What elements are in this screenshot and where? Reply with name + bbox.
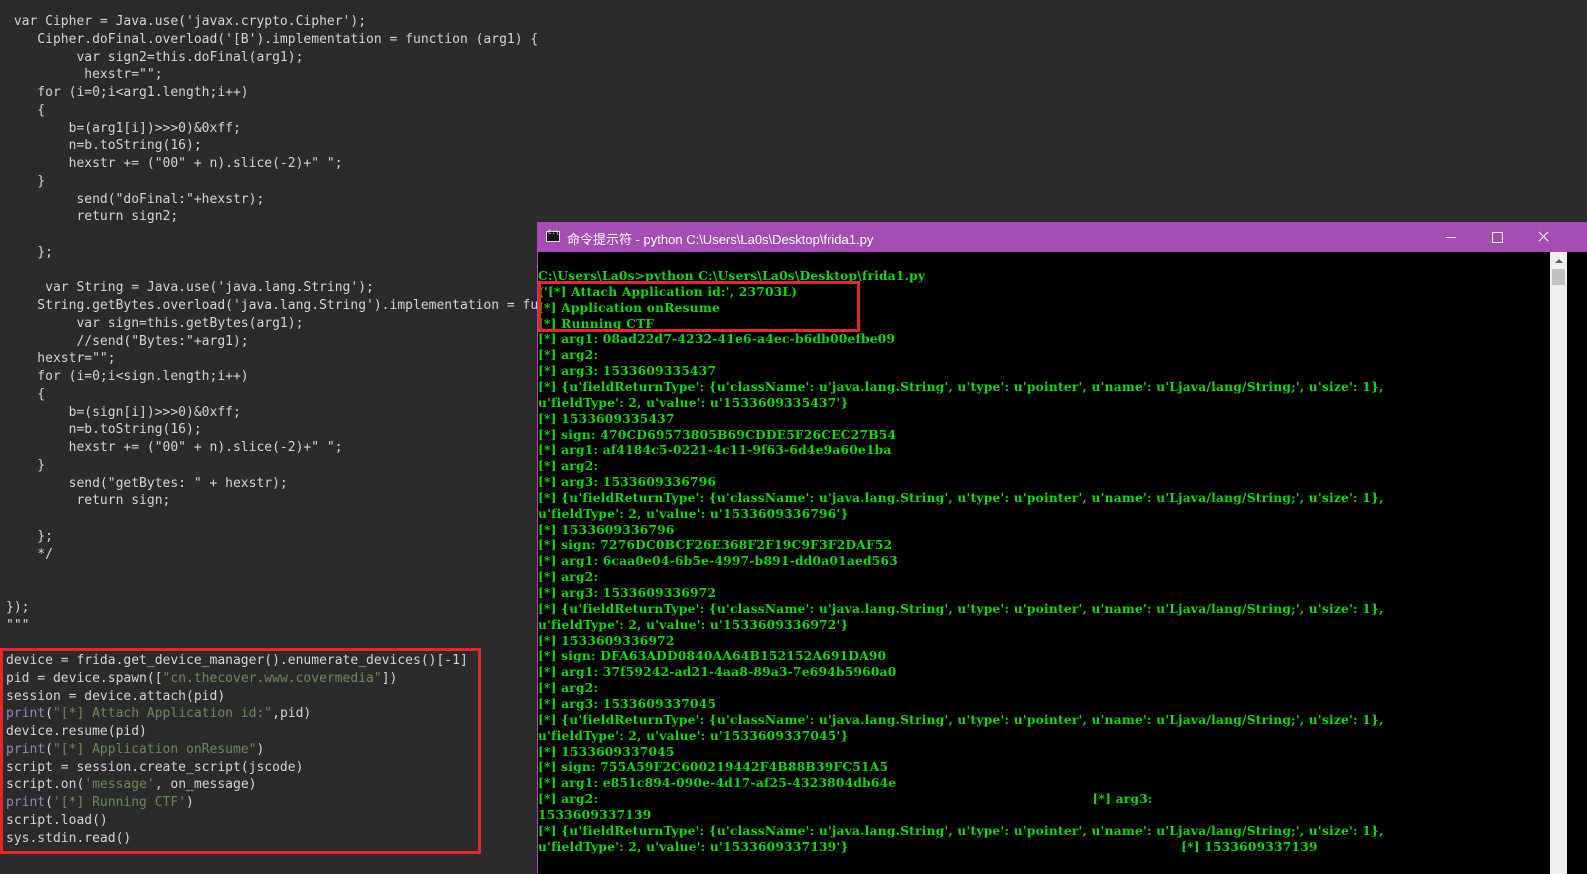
console-line: [*] {u'fieldReturnType': {u'className': … bbox=[538, 380, 1384, 394]
code-line: script.on('message', on_message) bbox=[6, 777, 257, 792]
code-line: for (i=0;i<arg1.length;i++) bbox=[6, 85, 249, 100]
scroll-up-arrow-icon[interactable] bbox=[1550, 252, 1567, 269]
maximize-button[interactable] bbox=[1474, 222, 1520, 252]
console-title: 命令提示符 - python C:\Users\La0s\Desktop\fri… bbox=[567, 232, 874, 247]
console-line: [*] arg3: 1533609335437 bbox=[538, 364, 717, 378]
code-line: return sign; bbox=[6, 493, 171, 508]
console-output[interactable]: C:\Users\La0s>python C:\Users\La0s\Deskt… bbox=[538, 252, 1550, 874]
string-literal: '[*] Running CTF' bbox=[52, 795, 187, 810]
code-line: var sign2=this.doFinal(arg1); bbox=[6, 50, 304, 65]
code-line: hexstr += ("00" + n).slice(-2)+" "; bbox=[6, 440, 343, 455]
console-line: [*] {u'fieldReturnType': {u'className': … bbox=[538, 713, 1384, 727]
console-line: u'fieldType': 2, u'value': u'15336093371… bbox=[538, 840, 1318, 854]
console-line: C:\Users\La0s>python C:\Users\La0s\Deskt… bbox=[538, 269, 926, 283]
console-line: [*] Application onResume bbox=[538, 301, 720, 315]
builtin-keyword: print bbox=[6, 742, 46, 757]
code-line: print("[*] Attach Application id:",pid) bbox=[6, 706, 312, 721]
console-line: [*] {u'fieldReturnType': {u'className': … bbox=[538, 824, 1384, 838]
code-line: } bbox=[6, 174, 46, 189]
code-line: Cipher.doFinal.overload('[B').implementa… bbox=[6, 32, 539, 47]
console-line: [*] arg2: [*] arg3: bbox=[538, 792, 1153, 806]
code-line: b=(sign[i])>>>0)&0xff; bbox=[6, 405, 241, 420]
console-line: [*] {u'fieldReturnType': {u'className': … bbox=[538, 602, 1384, 616]
string-literal: "cn.thecover.www.covermedia" bbox=[162, 671, 382, 686]
string-literal: 'message' bbox=[84, 777, 155, 792]
console-line: u'fieldType': 2, u'value': u'15336093369… bbox=[538, 618, 849, 632]
code-line: """ bbox=[6, 618, 30, 633]
code-line: }; bbox=[6, 529, 53, 544]
console-line: [*] 1533609336972 bbox=[538, 634, 675, 648]
code-line: session = device.attach(pid) bbox=[6, 689, 226, 704]
code-line: print("[*] Application onResume") bbox=[6, 742, 265, 757]
console-line: [*] sign: DFA63ADD0840AA64B152152A691DA9… bbox=[538, 649, 887, 663]
code-line: pid = device.spawn(["cn.thecover.www.cov… bbox=[6, 671, 398, 686]
code-line: device.resume(pid) bbox=[6, 724, 147, 739]
console-line: [*] arg2: bbox=[538, 348, 599, 362]
code-line: */ bbox=[6, 547, 53, 562]
console-line: ('[*] Attach Application id:', 23703L) bbox=[538, 285, 798, 299]
code-line: var sign=this.getBytes(arg1); bbox=[6, 316, 304, 331]
code-line: hexstr=""; bbox=[6, 67, 163, 82]
code-line: var String = Java.use('java.lang.String'… bbox=[6, 280, 374, 295]
console-line: [*] arg1: 08ad22d7-4232-41e6-a4ec-b6db00… bbox=[538, 332, 896, 346]
close-button[interactable] bbox=[1520, 222, 1566, 252]
console-line: [*] Running CTF bbox=[538, 317, 655, 331]
console-line: [*] arg2: bbox=[538, 459, 599, 473]
code-line: { bbox=[6, 387, 46, 402]
code-line: send("getBytes: " + hexstr); bbox=[6, 476, 288, 491]
console-line: [*] arg2: bbox=[538, 570, 599, 584]
builtin-keyword: print bbox=[6, 706, 46, 721]
code-line: script = session.create_script(jscode) bbox=[6, 760, 304, 775]
code-line: } bbox=[6, 458, 46, 473]
cmd-icon bbox=[546, 229, 560, 242]
console-line: [*] arg1: 6caa0e04-6b5e-4997-b891-dd0a01… bbox=[538, 554, 898, 568]
console-line: 1533609337139 bbox=[538, 808, 652, 822]
code-line: n=b.toString(16); bbox=[6, 422, 202, 437]
builtin-keyword: print bbox=[6, 795, 46, 810]
code-line: }); bbox=[6, 600, 30, 615]
code-line: hexstr=""; bbox=[6, 351, 116, 366]
console-line: [*] arg1: e851c894-090e-4d17-af25-432380… bbox=[538, 776, 897, 790]
string-literal: "[*] Attach Application id:" bbox=[52, 706, 273, 721]
scroll-thumb[interactable] bbox=[1552, 269, 1565, 285]
console-scrollbar[interactable] bbox=[1550, 252, 1567, 874]
console-line: [*] arg2: bbox=[538, 681, 599, 695]
code-line: b=(arg1[i])>>>0)&0xff; bbox=[6, 121, 241, 136]
console-line: u'fieldType': 2, u'value': u'15336093367… bbox=[538, 507, 849, 521]
console-line: [*] arg3: 1533609337045 bbox=[538, 697, 717, 711]
code-line: }; bbox=[6, 245, 53, 260]
code-line: { bbox=[6, 103, 46, 118]
console-line: u'fieldType': 2, u'value': u'15336093354… bbox=[538, 396, 849, 410]
console-line: u'fieldType': 2, u'value': u'15336093370… bbox=[538, 729, 849, 743]
string-literal: "[*] Application onResume" bbox=[52, 742, 257, 757]
console-line: [*] sign: 755A59F2C600219442F4B88B39FC51… bbox=[538, 760, 889, 774]
minimize-button[interactable] bbox=[1428, 222, 1474, 252]
code-line: n=b.toString(16); bbox=[6, 138, 202, 153]
code-line: return sign2; bbox=[6, 209, 179, 224]
code-line: script.load() bbox=[6, 813, 108, 828]
code-line: //send("Bytes:"+arg1); bbox=[6, 334, 249, 349]
code-line: hexstr += ("00" + n).slice(-2)+" "; bbox=[6, 156, 343, 171]
console-line: [*] {u'fieldReturnType': {u'className': … bbox=[538, 491, 1384, 505]
code-line: sys.stdin.read() bbox=[6, 831, 132, 846]
code-line: for (i=0;i<sign.length;i++) bbox=[6, 369, 249, 384]
console-line: [*] arg3: 1533609336796 bbox=[538, 475, 717, 489]
console-line: [*] 1533609337045 bbox=[538, 745, 675, 759]
code-line: var Cipher = Java.use('javax.crypto.Ciph… bbox=[6, 14, 367, 29]
console-line: [*] arg1: 37f59242-ad21-4aa8-89a3-7e694b… bbox=[538, 665, 897, 679]
console-line: [*] 1533609336796 bbox=[538, 523, 675, 537]
console-line: [*] arg3: 1533609336972 bbox=[538, 586, 717, 600]
console-window[interactable]: 命令提示符 - python C:\Users\La0s\Desktop\fri… bbox=[537, 222, 1587, 874]
code-line: device = frida.get_device_manager().enum… bbox=[6, 653, 468, 668]
console-line: [*] sign: 7276DC0BCF26E368F2F19C9F3F2DAF… bbox=[538, 538, 893, 552]
console-titlebar[interactable]: 命令提示符 - python C:\Users\La0s\Desktop\fri… bbox=[538, 222, 1587, 252]
console-line: [*] 1533609335437 bbox=[538, 412, 675, 426]
console-line: [*] sign: 470CD69573805B69CDDE5F26CEC27B… bbox=[538, 428, 897, 442]
console-line: [*] arg1: af4184c5-0221-4c11-9f63-6d4e9a… bbox=[538, 443, 892, 457]
code-line: print('[*] Running CTF') bbox=[6, 795, 194, 810]
code-line: send("doFinal:"+hexstr); bbox=[6, 192, 265, 207]
